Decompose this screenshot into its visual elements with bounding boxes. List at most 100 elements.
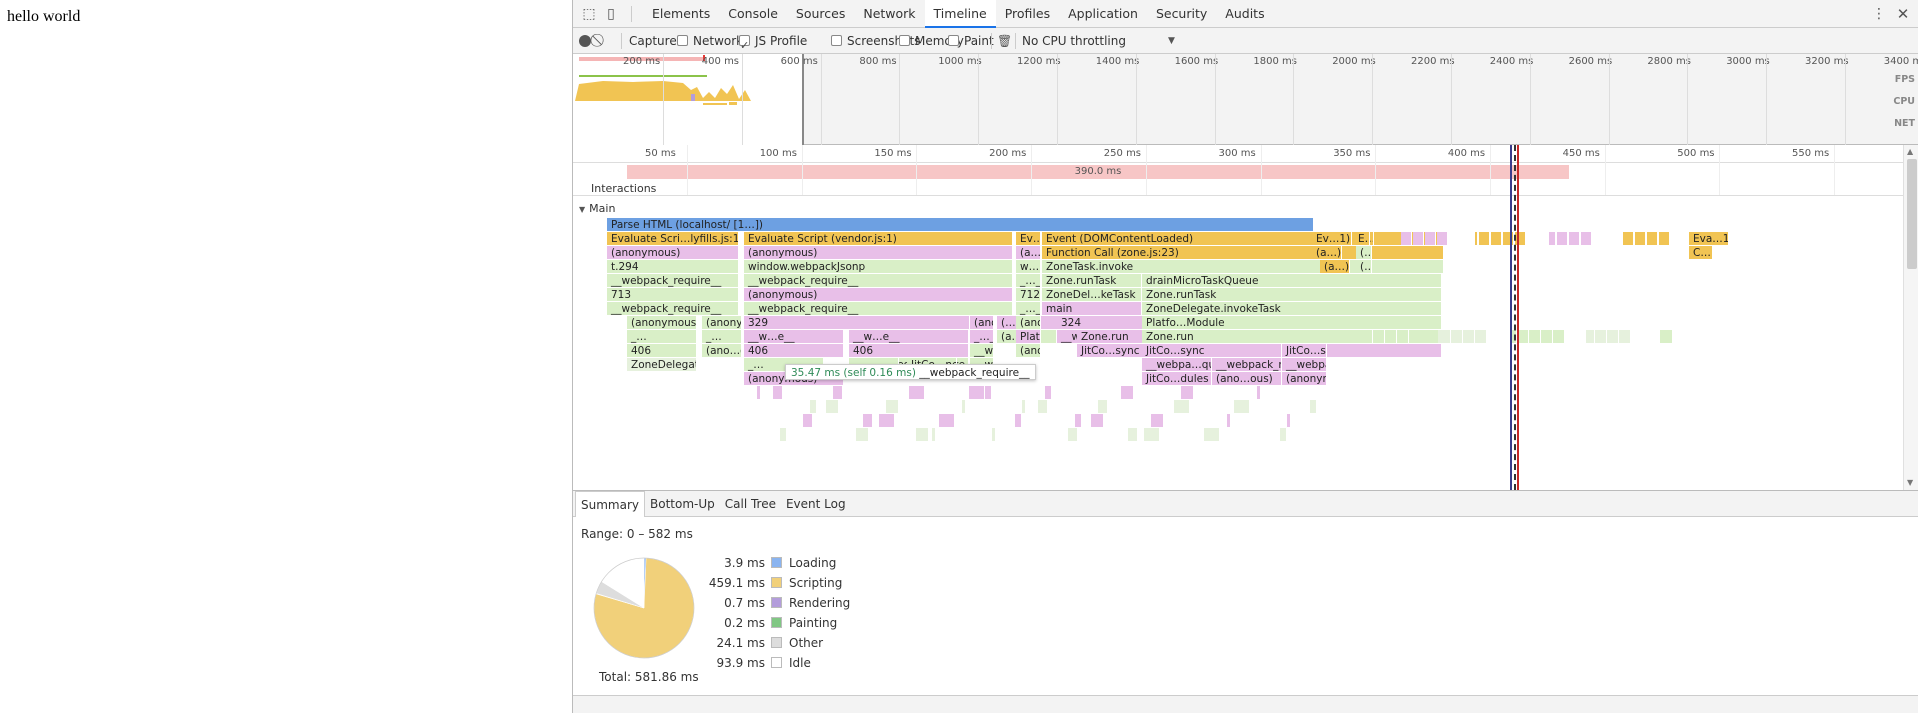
- details-tab-summary[interactable]: Summary: [575, 491, 645, 517]
- flame-bar[interactable]: w…p: [1016, 260, 1041, 274]
- flame-bar-fragment[interactable]: [969, 386, 985, 400]
- details-tab-call-tree[interactable]: Call Tree: [720, 491, 781, 517]
- flame-bar[interactable]: __webpack_require__: [1212, 358, 1282, 372]
- flame-bar[interactable]: __w…e__: [849, 330, 969, 344]
- main-track-header[interactable]: ▼ Main: [579, 202, 615, 215]
- flame-bar-fragment[interactable]: [1287, 414, 1291, 428]
- flame-bar-fragment[interactable]: [1075, 414, 1082, 428]
- flame-bar-fragment[interactable]: [1491, 232, 1502, 246]
- flame-bar-fragment[interactable]: [1280, 428, 1287, 442]
- checkbox-box[interactable]: [677, 35, 688, 46]
- flame-bar-fragment[interactable]: [757, 386, 761, 400]
- flame-bar[interactable]: (anonymous): [744, 288, 1013, 302]
- flame-bar-fragment[interactable]: [1151, 414, 1164, 428]
- flame-bar-fragment[interactable]: [1368, 330, 1373, 344]
- flame-bar[interactable]: Zone.runTask: [1142, 288, 1442, 302]
- more-menu-icon[interactable]: ⋮: [1871, 6, 1887, 22]
- trash-icon[interactable]: 🗑: [997, 28, 1012, 54]
- checkbox-box[interactable]: [899, 35, 910, 46]
- flame-bar-fragment[interactable]: [1462, 330, 1475, 344]
- flame-bar-fragment[interactable]: [1569, 232, 1580, 246]
- flame-bar-fragment[interactable]: [1367, 232, 1370, 246]
- flame-bar[interactable]: main: [1042, 302, 1142, 316]
- flame-bar-fragment[interactable]: [1144, 428, 1160, 442]
- flame-bar[interactable]: (anonymous): [607, 246, 739, 260]
- flame-bar-fragment[interactable]: [1045, 386, 1052, 400]
- flame-bar[interactable]: _…_: [970, 330, 994, 344]
- tab-application[interactable]: Application: [1059, 0, 1147, 28]
- flame-bar[interactable]: Platfo…Module: [1142, 316, 1442, 330]
- flame-bar-fragment[interactable]: [992, 428, 996, 442]
- checkbox-box[interactable]: [948, 35, 959, 46]
- flame-bar[interactable]: (anon…ous): [1016, 316, 1041, 330]
- flame-bar[interactable]: (anonymous): [627, 316, 697, 330]
- flame-bar-fragment[interactable]: [939, 414, 955, 428]
- flame-bar[interactable]: 712: [1016, 288, 1041, 302]
- flame-bar-fragment[interactable]: [1022, 400, 1026, 414]
- flame-bar-fragment[interactable]: [886, 400, 899, 414]
- flame-bar-fragment[interactable]: [810, 400, 817, 414]
- tab-timeline[interactable]: Timeline: [924, 0, 996, 28]
- flame-bar[interactable]: E…: [1354, 232, 1374, 246]
- flame-bar[interactable]: __webpack_require__: [744, 274, 1013, 288]
- flame-bar[interactable]: __webpack_require__: [607, 302, 739, 316]
- flame-bar[interactable]: ZoneDelegate.invoke: [627, 358, 697, 372]
- flame-bar-fragment[interactable]: [1594, 330, 1607, 344]
- checkbox-box[interactable]: [739, 33, 750, 59]
- flame-bar-fragment[interactable]: [909, 386, 925, 400]
- flame-bar-fragment[interactable]: [1474, 330, 1487, 344]
- flame-bar-fragment[interactable]: [1038, 400, 1048, 414]
- overview-selection-handle[interactable]: [802, 54, 804, 145]
- close-icon[interactable]: ✕: [1895, 6, 1911, 22]
- flame-bar[interactable]: window.webpackJsonp: [744, 260, 1013, 274]
- flame-bar[interactable]: (anonymous): [702, 316, 742, 330]
- checkbox-js-profile[interactable]: JS Profile: [739, 28, 807, 59]
- tab-network[interactable]: Network: [854, 0, 924, 28]
- flame-bar-fragment[interactable]: [1121, 386, 1134, 400]
- flame-bar-fragment[interactable]: [1475, 232, 1478, 246]
- flame-bar[interactable]: Zone.runTask: [1042, 274, 1142, 288]
- tab-audits[interactable]: Audits: [1216, 0, 1273, 28]
- flame-bar-fragment[interactable]: [1606, 330, 1619, 344]
- flame-bar-fragment[interactable]: [773, 386, 783, 400]
- flame-bar[interactable]: Evaluate Scri…lyfills.js:1): [607, 232, 739, 246]
- flame-bar[interactable]: _…: [627, 330, 697, 344]
- tab-security[interactable]: Security: [1147, 0, 1216, 28]
- flame-bar[interactable]: Platfor…thZone: [1016, 330, 1041, 344]
- flame-bar-fragment[interactable]: [879, 414, 895, 428]
- flame-bar-fragment[interactable]: [1503, 232, 1514, 246]
- flame-bar[interactable]: __w…e__: [744, 330, 844, 344]
- flame-bar[interactable]: (a…): [1016, 246, 1041, 260]
- device-toolbar-icon[interactable]: ▯: [603, 6, 619, 22]
- flame-bar[interactable]: drainMicroTaskQueue: [1142, 274, 1442, 288]
- flame-bar[interactable]: __webpack_require__: [607, 274, 739, 288]
- flame-bar[interactable]: _…_: [1016, 302, 1041, 316]
- flame-bar[interactable]: (anonymous): [1016, 344, 1041, 358]
- flame-bar[interactable]: (…: [1356, 260, 1372, 274]
- flame-bar-fragment[interactable]: [856, 428, 869, 442]
- flame-bar-fragment[interactable]: [1413, 232, 1424, 246]
- flame-bar-fragment[interactable]: [985, 386, 992, 400]
- flame-bar[interactable]: (a…): [1320, 260, 1350, 274]
- flame-bar-fragment[interactable]: [1015, 414, 1022, 428]
- flame-bar[interactable]: (anonymous): [1282, 372, 1327, 386]
- flame-bar-fragment[interactable]: [1438, 330, 1451, 344]
- tab-elements[interactable]: Elements: [643, 0, 719, 28]
- flame-bar[interactable]: __webpack_require__: [744, 302, 1013, 316]
- flame-bar[interactable]: _…_: [1016, 274, 1041, 288]
- flame-bar[interactable]: (anonymous): [744, 246, 1013, 260]
- flame-bar-fragment[interactable]: [1437, 232, 1448, 246]
- scrollbar-thumb[interactable]: [1907, 159, 1917, 269]
- flame-bar-fragment[interactable]: [1479, 232, 1490, 246]
- flame-bar[interactable]: (ano…ous): [702, 344, 742, 358]
- flame-bar-fragment[interactable]: [833, 386, 843, 400]
- flame-bar[interactable]: 324: [1057, 316, 1147, 330]
- flame-bar[interactable]: Evaluate Script (vendor.js:1): [744, 232, 1013, 246]
- flame-bar[interactable]: __webpa…quire__: [970, 344, 994, 358]
- flame-bar-fragment[interactable]: [1091, 414, 1104, 428]
- flame-bar[interactable]: Ev…1): [1312, 232, 1352, 246]
- flame-bar-fragment[interactable]: [1552, 330, 1565, 344]
- flame-bar[interactable]: 713: [607, 288, 739, 302]
- flame-bar-fragment[interactable]: [1396, 330, 1409, 344]
- flame-bar[interactable]: t.294: [607, 260, 739, 274]
